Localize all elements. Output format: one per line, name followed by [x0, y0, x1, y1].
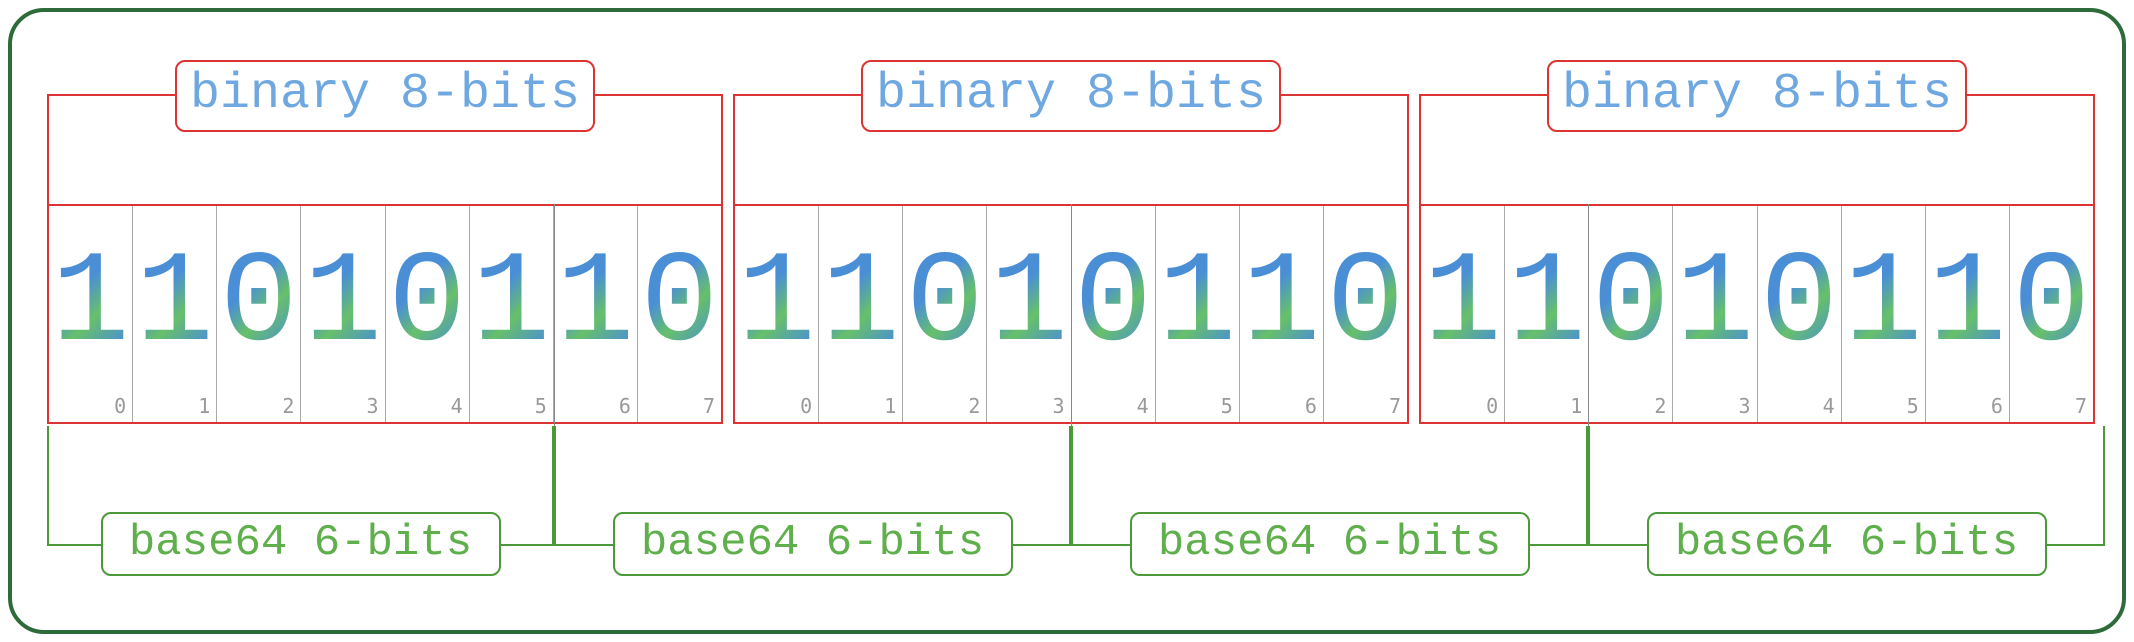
base64-label-0: base64 6-bits [101, 512, 501, 576]
byte-0: 1011021304151607 [47, 204, 723, 424]
bit-cell: 15 [470, 206, 554, 422]
bit-digit: 0 [1758, 206, 1841, 406]
bit-index: 7 [2075, 394, 2087, 418]
diagram-frame: binary 8-bits binary 8-bits binary 8-bit… [8, 8, 2126, 634]
bit-index: 6 [1305, 394, 1317, 418]
bit-digit: 0 [1072, 206, 1155, 406]
bit-cell: 07 [2010, 206, 2093, 422]
bit-digit: 1 [819, 206, 902, 406]
bit-index: 2 [1654, 394, 1666, 418]
bit-digit: 1 [1842, 206, 1925, 406]
bit-digit: 1 [1156, 206, 1239, 406]
bit-index: 5 [1221, 394, 1233, 418]
bit-cell: 02 [217, 206, 301, 422]
bit-cell: 02 [903, 206, 987, 422]
bit-digit: 0 [217, 206, 300, 406]
bit-cell: 15 [1842, 206, 1926, 422]
bit-index: 2 [968, 394, 980, 418]
bit-index: 7 [1389, 394, 1401, 418]
bit-index: 1 [884, 394, 896, 418]
byte-2: 1011021304151607 [1419, 204, 2095, 424]
bit-index: 7 [703, 394, 715, 418]
bit-digit: 1 [1926, 206, 2009, 406]
bit-row: 1011021304151607 1011021304151607 101102… [47, 204, 2087, 424]
bit-cell: 13 [1673, 206, 1757, 422]
bit-index: 4 [1823, 394, 1835, 418]
bit-cell: 10 [735, 206, 819, 422]
bit-cell: 11 [1505, 206, 1589, 422]
bit-digit: 1 [301, 206, 384, 406]
bit-cell: 13 [301, 206, 385, 422]
bit-cell: 04 [1072, 206, 1156, 422]
base64-label-2: base64 6-bits [1130, 512, 1530, 576]
bit-digit: 1 [1240, 206, 1323, 406]
bit-index: 6 [619, 394, 631, 418]
bit-digit: 1 [1505, 206, 1588, 406]
bit-cell: 10 [49, 206, 133, 422]
bit-index: 5 [535, 394, 547, 418]
bit-digit: 0 [903, 206, 986, 406]
bit-cell: 10 [1421, 206, 1505, 422]
bit-index: 4 [1137, 394, 1149, 418]
bit-index: 0 [114, 394, 126, 418]
bit-index: 3 [1052, 394, 1064, 418]
bit-digit: 1 [133, 206, 216, 406]
bit-index: 0 [800, 394, 812, 418]
bit-digit: 0 [386, 206, 469, 406]
bit-cell: 04 [1758, 206, 1842, 422]
binary-label-1: binary 8-bits [861, 60, 1281, 132]
bit-digit: 1 [987, 206, 1070, 406]
bit-cell: 11 [133, 206, 217, 422]
bit-index: 2 [282, 394, 294, 418]
bit-index: 5 [1907, 394, 1919, 418]
bit-digit: 1 [470, 206, 553, 406]
bit-cell: 15 [1156, 206, 1240, 422]
bit-cell: 04 [386, 206, 470, 422]
binary-label-2: binary 8-bits [1547, 60, 1967, 132]
bit-index: 1 [198, 394, 210, 418]
bit-index: 3 [1738, 394, 1750, 418]
bit-cell: 16 [1926, 206, 2010, 422]
bit-index: 3 [366, 394, 378, 418]
bit-digit: 0 [1324, 206, 1407, 406]
bit-digit: 0 [2010, 206, 2093, 406]
binary-label-0: binary 8-bits [175, 60, 595, 132]
bit-cell: 07 [638, 206, 721, 422]
base64-label-1: base64 6-bits [613, 512, 1013, 576]
bit-digit: 1 [1673, 206, 1756, 406]
bit-index: 0 [1486, 394, 1498, 418]
bit-cell: 16 [554, 206, 638, 422]
bit-index: 6 [1991, 394, 2003, 418]
base64-label-3: base64 6-bits [1647, 512, 2047, 576]
bit-cell: 02 [1589, 206, 1673, 422]
bit-cell: 07 [1324, 206, 1407, 422]
bit-index: 1 [1570, 394, 1582, 418]
bit-cell: 11 [819, 206, 903, 422]
bit-cell: 16 [1240, 206, 1324, 422]
bit-digit: 1 [49, 206, 132, 406]
bit-cell: 13 [987, 206, 1071, 422]
bit-digit: 1 [735, 206, 818, 406]
bit-digit: 1 [1421, 206, 1504, 406]
bit-digit: 0 [638, 206, 721, 406]
bit-index: 4 [451, 394, 463, 418]
bit-digit: 1 [554, 206, 637, 406]
bit-digit: 0 [1589, 206, 1672, 406]
